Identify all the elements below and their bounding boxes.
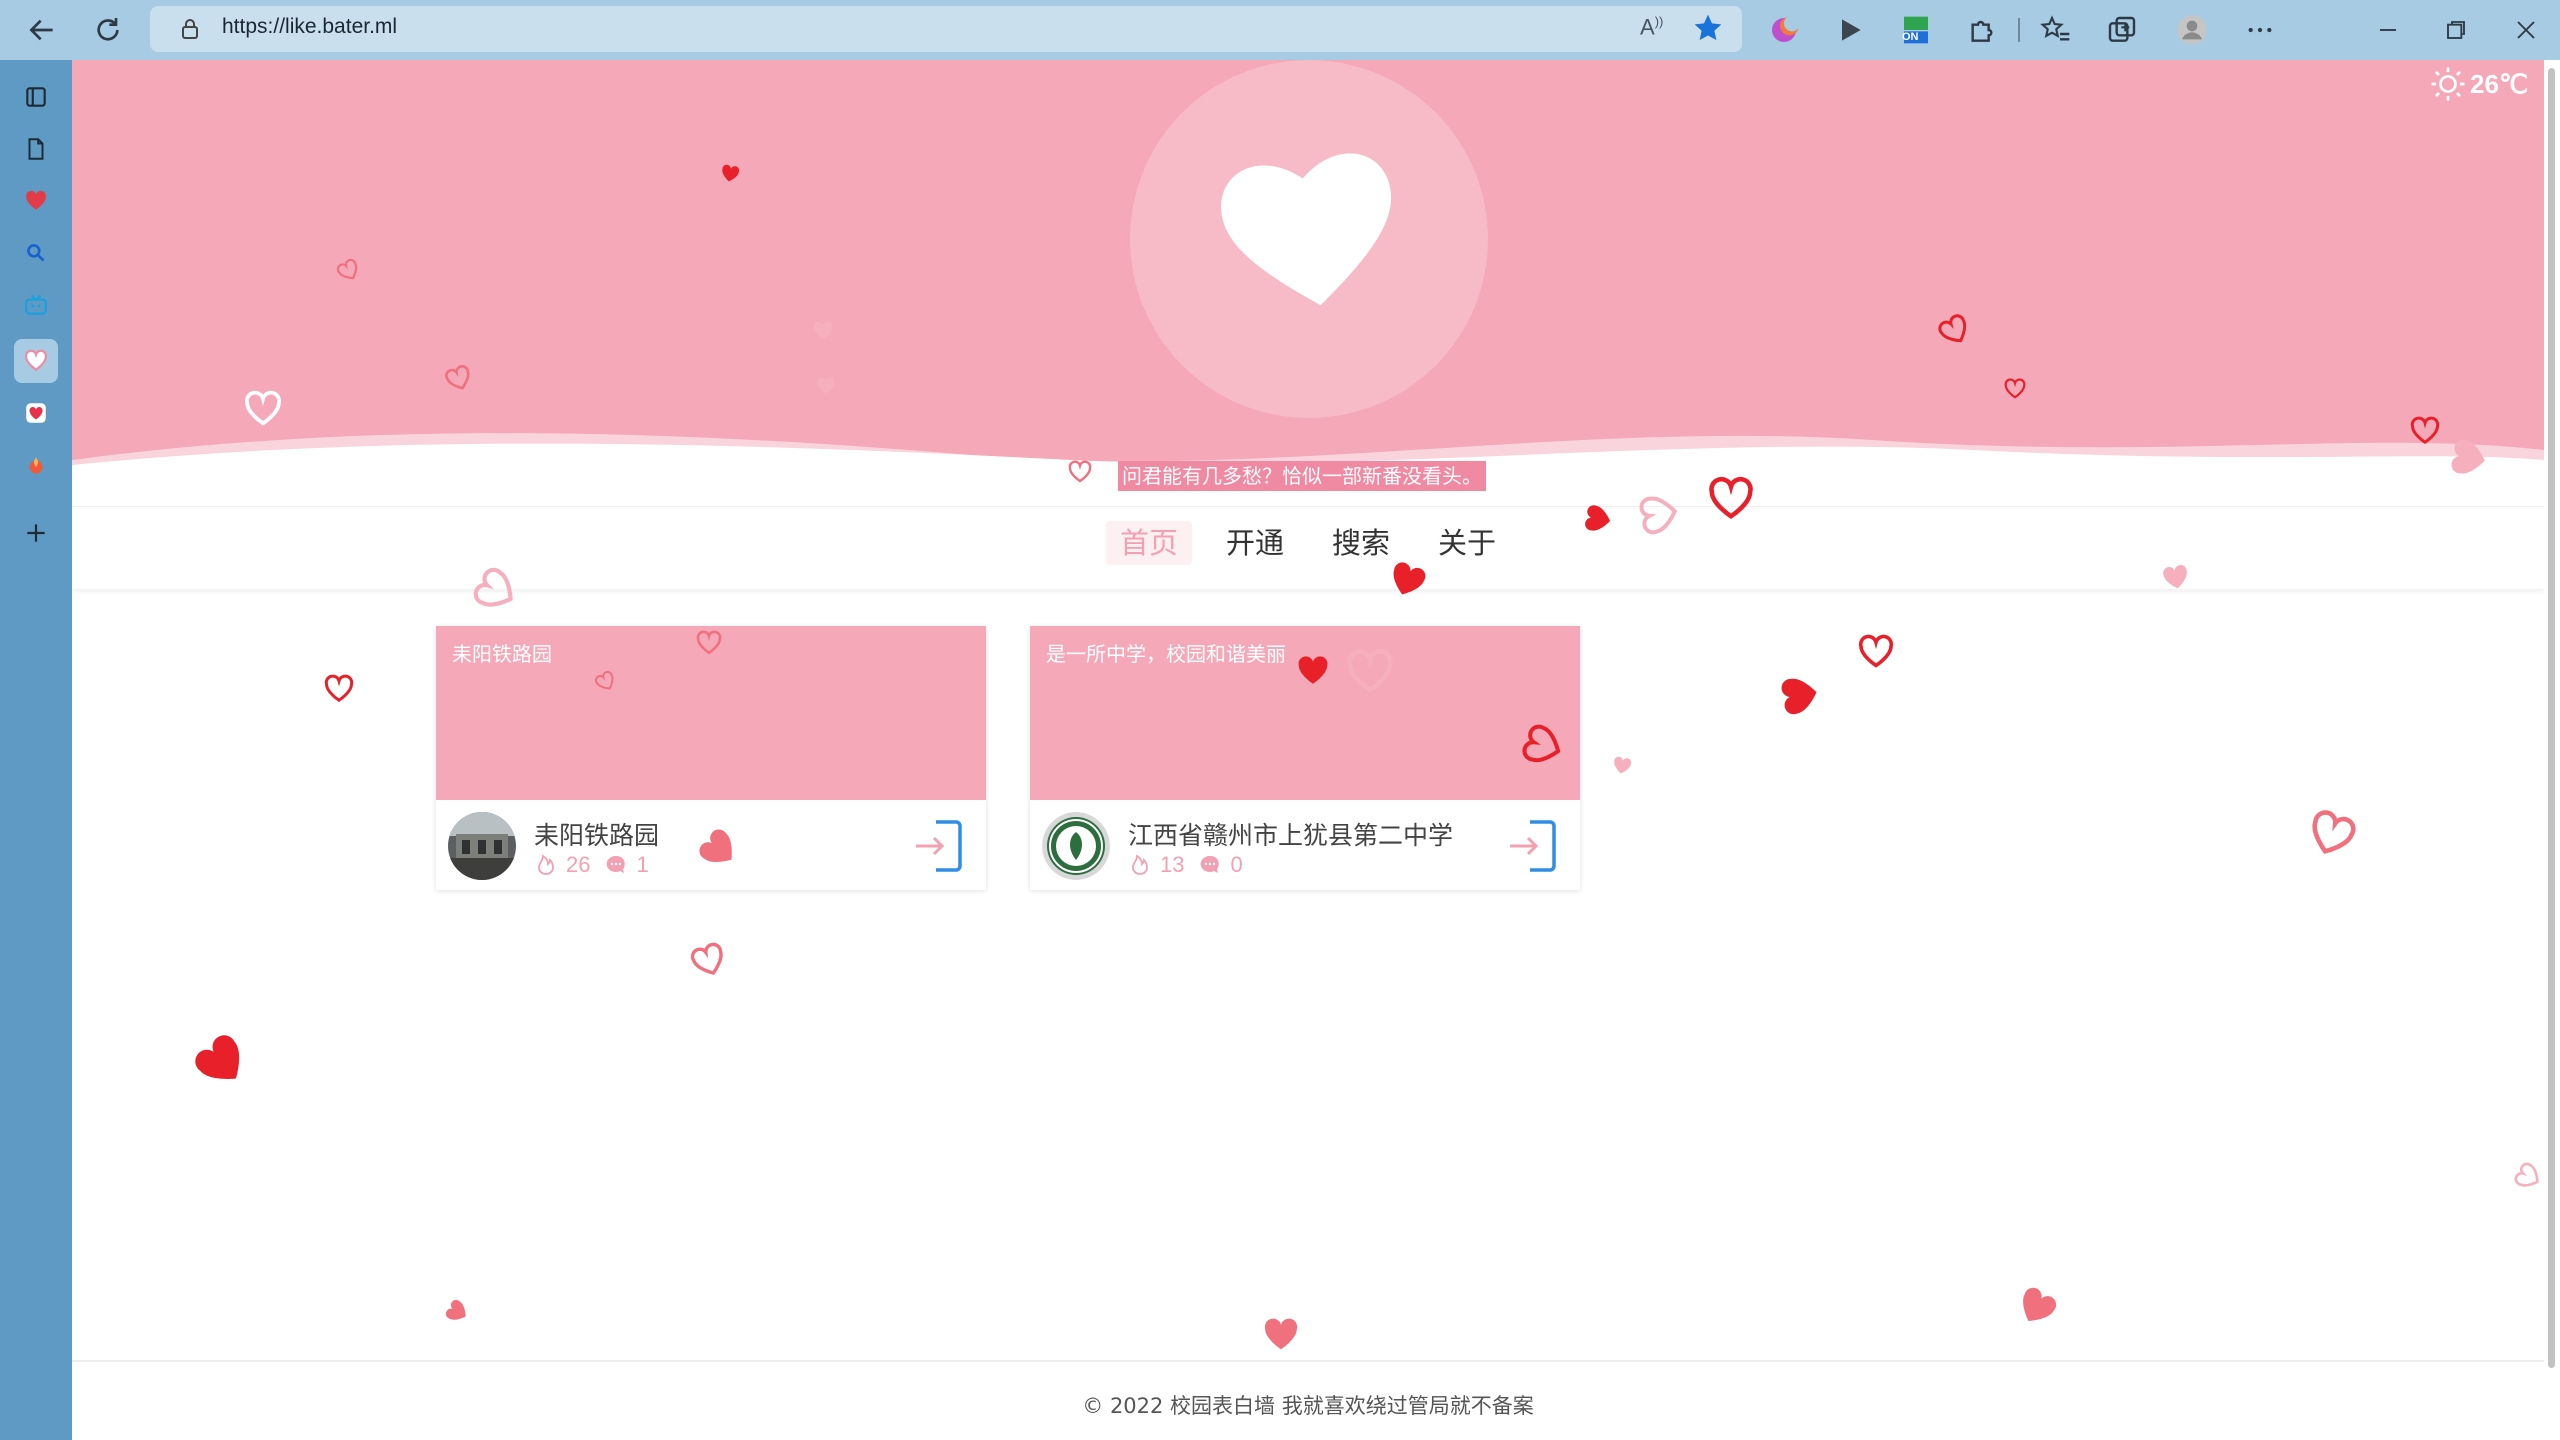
floating-heart-icon	[2514, 1162, 2539, 1187]
page-scrollbar[interactable]	[2544, 60, 2560, 1440]
browser-sidebar	[0, 60, 72, 1440]
card-cover-text: 是一所中学，校园和谐美丽	[1046, 642, 1286, 666]
card-cover-text: 耒阳铁路园	[452, 642, 552, 666]
comment-icon	[607, 855, 626, 873]
restore-icon[interactable]	[2438, 12, 2474, 48]
extension-badge: ON	[1902, 31, 1919, 43]
floating-heart-icon	[2451, 439, 2485, 474]
floating-heart-icon	[2004, 378, 2026, 399]
fire-icon	[1132, 854, 1148, 875]
toolbar-divider	[2018, 18, 2020, 42]
floating-heart-icon	[1068, 460, 1092, 483]
floating-heart-icon	[690, 942, 723, 975]
sun-icon	[2431, 67, 2465, 101]
floating-heart-icon	[1264, 1318, 1298, 1350]
lock-icon	[182, 19, 198, 39]
floating-heart-icon	[1781, 678, 1817, 715]
fire-icon	[538, 854, 554, 875]
web-page: 26℃ 问君能有几多愁？恰似一部新番没看头。 首页 开通 搜索 关于 耒阳铁路园…	[72, 60, 2544, 1440]
floating-heart-icon	[1639, 496, 1678, 535]
floating-heart-icon	[2312, 810, 2356, 854]
more-menu-icon[interactable]	[2242, 12, 2278, 48]
card-cover: 是一所中学，校园和谐美丽	[1030, 626, 1580, 800]
floating-heart-icon	[1298, 656, 1328, 684]
heart-app-icon[interactable]	[14, 179, 58, 223]
collections-icon[interactable]	[2104, 12, 2140, 48]
floating-heart-icon	[1858, 634, 1894, 668]
school-name[interactable]: 江西省赣州市上犹县第二中学	[1128, 816, 1453, 852]
extension-on-icon[interactable]: ON	[1898, 12, 1934, 48]
hot-count: 26	[566, 852, 591, 877]
floating-heart-icon	[244, 390, 282, 426]
favorites-list-icon[interactable]	[2038, 12, 2074, 48]
document-icon[interactable]	[14, 127, 58, 171]
floating-heart-icon	[696, 630, 722, 655]
url-text[interactable]: https://like.bater.ml	[222, 15, 397, 39]
floating-heart-icon	[1709, 476, 1753, 519]
comment-count: 0	[1230, 852, 1243, 877]
school-avatar	[1042, 812, 1110, 880]
minimize-icon[interactable]	[2370, 12, 2406, 48]
floating-heart-icon	[817, 377, 835, 394]
floating-heart-icon	[195, 1035, 240, 1079]
big-heart-icon	[1221, 153, 1392, 306]
extensions-puzzle-icon[interactable]	[1964, 12, 2000, 48]
address-bar[interactable]: https://like.bater.ml A))	[150, 6, 1742, 52]
footer-text: © 2022 校园表白墙 我就喜欢绕过管局就不备案	[1082, 1394, 1534, 1418]
weather-widget: 26℃	[2430, 66, 2528, 102]
love-wall-app-icon[interactable]	[14, 339, 58, 383]
nav-about[interactable]: 关于	[1424, 521, 1510, 565]
bilibili-icon[interactable]	[14, 283, 58, 327]
floating-heart-icon	[1585, 505, 1611, 531]
card-stats: 13 0	[1128, 852, 1243, 878]
search-icon[interactable]	[14, 231, 58, 275]
hot-count: 13	[1160, 852, 1185, 877]
school-avatar	[448, 812, 516, 880]
app-fire-icon[interactable]	[14, 443, 58, 487]
enter-icon[interactable]	[1508, 818, 1558, 874]
extension-moon-icon[interactable]	[1766, 12, 1802, 48]
floating-heart-icon	[1347, 648, 1393, 693]
app-colorful-heart-icon[interactable]	[14, 391, 58, 435]
close-icon[interactable]	[2508, 12, 2544, 48]
browser-toolbar: https://like.bater.ml A)) ON	[0, 0, 2560, 60]
weather-temperature: 26℃	[2470, 68, 2529, 99]
footer: © 2022 校园表白墙 我就喜欢绕过管局就不备案	[72, 1360, 2544, 1440]
floating-heart-icon	[813, 321, 833, 340]
comment-icon	[1201, 855, 1220, 873]
floating-heart-icon	[324, 674, 354, 703]
floating-heart-icon	[1614, 756, 1632, 774]
floating-heart-icon	[722, 164, 740, 182]
floating-heart-icon	[2410, 416, 2440, 445]
nav-home[interactable]: 首页	[1106, 521, 1193, 565]
read-aloud-icon[interactable]: A))	[1640, 14, 1663, 40]
scrollbar-thumb[interactable]	[2548, 68, 2555, 1368]
play-icon[interactable]	[1832, 12, 1868, 48]
card-stats: 26 1	[534, 852, 649, 878]
floating-heart-icon	[2163, 565, 2187, 589]
nav-open[interactable]: 开通	[1212, 521, 1298, 565]
refresh-icon[interactable]	[90, 12, 126, 48]
school-name[interactable]: 耒阳铁路园	[534, 816, 659, 852]
add-icon[interactable]	[14, 511, 58, 555]
favorite-star-icon[interactable]	[1692, 12, 1724, 44]
nav-search[interactable]: 搜索	[1318, 521, 1404, 565]
enter-icon[interactable]	[914, 818, 964, 874]
profile-avatar-icon[interactable]	[2174, 12, 2210, 48]
motto-text: 问君能有几多愁？恰似一部新番没看头。	[1118, 461, 1486, 491]
comment-count: 1	[636, 852, 649, 877]
tab-actions-icon[interactable]	[14, 75, 58, 119]
floating-heart-icon	[2023, 1287, 2057, 1321]
back-arrow-icon[interactable]	[24, 12, 60, 48]
floating-heart-icon	[445, 1299, 466, 1320]
